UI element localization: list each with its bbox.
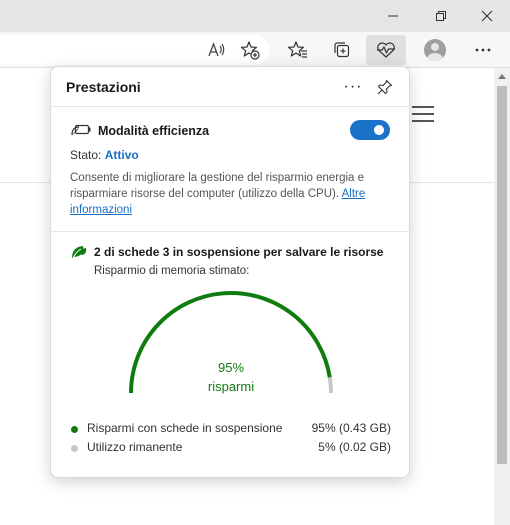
minimize-button[interactable] bbox=[370, 0, 416, 32]
sleeping-tabs-message: 2 di schede 3 in sospensione per salvare… bbox=[94, 245, 384, 259]
collections-icon bbox=[334, 42, 350, 58]
legend-remaining: Utilizzo rimanente 5% (0.02 GB) bbox=[69, 440, 391, 456]
read-aloud-button[interactable] bbox=[201, 35, 231, 65]
legend-saved: Risparmi con schede in sospensione 95% (… bbox=[69, 421, 391, 437]
gauge-saved-arc bbox=[129, 291, 332, 394]
add-favorite-icon bbox=[240, 41, 260, 60]
legend-remaining-value: 5% (0.02 GB) bbox=[318, 440, 391, 454]
legend-saved-dot bbox=[71, 426, 78, 433]
scrollbar-thumb[interactable] bbox=[497, 86, 507, 464]
minimize-icon bbox=[388, 15, 398, 17]
legend-remaining-dot bbox=[71, 445, 78, 452]
more-button[interactable] bbox=[468, 35, 498, 65]
gauge-caption: risparmi bbox=[207, 379, 255, 394]
gauge-percent: 95% bbox=[217, 360, 245, 375]
browser-toolbar bbox=[0, 32, 510, 68]
close-button[interactable] bbox=[464, 0, 510, 32]
performance-panel: Prestazioni ··· Modalità efficienza Stat… bbox=[50, 66, 410, 478]
efficiency-description: Consente di migliorare la gestione del r… bbox=[70, 170, 390, 218]
panel-more-button[interactable]: ··· bbox=[341, 75, 365, 99]
add-favorite-button[interactable] bbox=[235, 35, 265, 65]
close-icon bbox=[481, 10, 493, 22]
legend-saved-name: Risparmi con schede in sospensione bbox=[87, 421, 283, 435]
status-label: Stato: bbox=[70, 148, 102, 162]
restore-button[interactable] bbox=[418, 0, 464, 32]
read-aloud-icon bbox=[208, 42, 225, 57]
performance-icon bbox=[377, 42, 395, 58]
description-text: Consente di migliorare la gestione del r… bbox=[70, 172, 365, 200]
favorites-button[interactable] bbox=[283, 35, 313, 65]
page-menu-icon[interactable] bbox=[412, 106, 434, 127]
status-value: Attivo bbox=[104, 148, 139, 162]
panel-title: Prestazioni bbox=[66, 79, 141, 95]
efficiency-status: Stato: Attivo bbox=[70, 148, 139, 162]
pin-icon bbox=[377, 79, 393, 95]
sleeping-tabs-leaf-icon bbox=[72, 246, 87, 259]
profile-button[interactable] bbox=[420, 35, 450, 65]
efficiency-mode-toggle[interactable] bbox=[350, 120, 390, 140]
pin-button[interactable] bbox=[373, 75, 397, 99]
title-bar bbox=[0, 0, 510, 32]
profile-icon bbox=[424, 39, 446, 61]
performance-button[interactable] bbox=[366, 35, 406, 65]
more-icon bbox=[475, 48, 491, 52]
efficiency-mode-icon bbox=[71, 124, 91, 136]
legend-remaining-name: Utilizzo rimanente bbox=[87, 440, 183, 454]
memory-savings-label: Risparmio di memoria stimato: bbox=[94, 265, 250, 277]
panel-header: Prestazioni ··· bbox=[51, 67, 409, 107]
gauge-remaining-arc bbox=[327, 377, 333, 394]
restore-icon bbox=[436, 11, 446, 21]
collections-button[interactable] bbox=[327, 35, 357, 65]
efficiency-mode-label: Modalità efficienza bbox=[98, 124, 210, 138]
legend-saved-value: 95% (0.43 GB) bbox=[311, 421, 391, 435]
scroll-up-icon bbox=[498, 74, 506, 79]
scroll-up-button[interactable] bbox=[494, 68, 510, 84]
favorites-icon bbox=[288, 41, 307, 58]
